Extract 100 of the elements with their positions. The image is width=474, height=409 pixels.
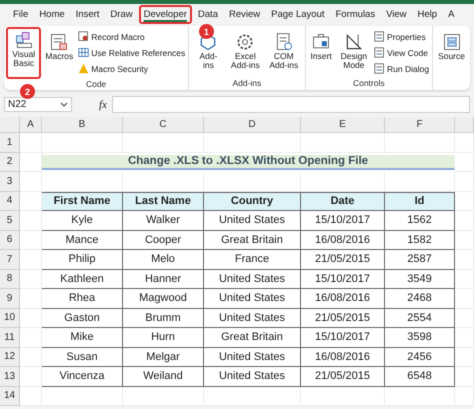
ribbon-button[interactable]: Insert [308, 29, 335, 77]
ribbon-icon [14, 30, 34, 50]
select-all-corner[interactable] [0, 117, 20, 133]
ribbon-tab[interactable]: A [443, 5, 460, 24]
table-cell: France [204, 250, 301, 270]
empty-cell[interactable] [204, 133, 301, 152]
row-header[interactable]: 9 [0, 289, 20, 308]
formula-input[interactable] [112, 96, 470, 113]
ribbon-tab[interactable]: View [381, 5, 412, 24]
table-cell: United States [204, 270, 301, 289]
ribbon-tab[interactable]: Formulas [330, 5, 380, 24]
row-header[interactable]: 6 [0, 230, 20, 250]
ribbon-tab[interactable]: File [8, 5, 34, 24]
ribbon-button[interactable]: Run Dialog [373, 61, 430, 76]
empty-cell[interactable] [204, 386, 301, 406]
row-header[interactable]: 12 [0, 348, 20, 367]
table-cell: Melgar [123, 348, 204, 367]
empty-cell[interactable] [42, 133, 123, 152]
table-cell: United States [204, 211, 301, 230]
table-cell: Vincenza [42, 367, 123, 386]
empty-cell[interactable] [42, 386, 123, 406]
row-header[interactable]: 8 [0, 270, 20, 289]
table-cell: Kathleen [42, 270, 123, 289]
ribbon-tab[interactable]: Developer [138, 5, 192, 24]
ribbon-button[interactable]: Visual Basic [6, 27, 42, 79]
empty-cell[interactable] [455, 367, 474, 386]
ribbon-button[interactable]: COM Add-ins [265, 29, 303, 77]
row-header[interactable]: 3 [0, 172, 20, 192]
empty-cell[interactable] [455, 211, 474, 230]
table-cell: Mance [42, 230, 123, 250]
table-cell: Kyle [42, 211, 123, 230]
table-cell: Rhea [42, 289, 123, 308]
empty-cell[interactable] [455, 172, 474, 192]
ribbon-button[interactable]: Source [435, 29, 468, 77]
row-header[interactable]: 13 [0, 367, 20, 386]
empty-cell[interactable] [455, 230, 474, 250]
column-header[interactable]: C [123, 117, 204, 133]
row-header[interactable]: 2 [0, 152, 20, 172]
table-cell: 21/05/2015 [301, 308, 385, 328]
row-header[interactable]: 10 [0, 308, 20, 328]
ribbon-button[interactable]: Properties [373, 29, 430, 44]
table-cell: 16/08/2016 [301, 230, 385, 250]
ribbon-button[interactable]: Macros [42, 29, 76, 77]
column-header[interactable] [455, 117, 474, 133]
ribbon-button[interactable]: Macro Security [77, 61, 186, 76]
empty-cell[interactable] [455, 192, 474, 211]
column-header[interactable]: A [20, 117, 42, 133]
empty-cell[interactable] [385, 386, 455, 406]
caret-icon[interactable] [60, 102, 68, 107]
empty-cell[interactable] [455, 250, 474, 270]
empty-cell[interactable] [455, 270, 474, 289]
row-header[interactable]: 14 [0, 386, 20, 406]
empty-cell[interactable] [455, 348, 474, 367]
ribbon-tab[interactable]: Insert [70, 5, 104, 24]
table-cell: Philip [42, 250, 123, 270]
table-cell: Weiland [123, 367, 204, 386]
empty-cell[interactable] [455, 328, 474, 348]
table-cell: United States [204, 289, 301, 308]
row-header[interactable]: 1 [0, 133, 20, 152]
empty-cell[interactable] [385, 133, 455, 152]
function-label[interactable]: fx [77, 98, 107, 110]
name-box[interactable]: N22 [4, 97, 72, 112]
table-cell: United States [204, 308, 301, 328]
row-header[interactable]: 11 [0, 328, 20, 348]
empty-cell[interactable] [455, 386, 474, 406]
empty-cell[interactable] [455, 289, 474, 308]
row-header[interactable]: 5 [0, 211, 20, 230]
group-label: Controls [352, 78, 385, 90]
table-cell: 15/10/2017 [301, 211, 385, 230]
ribbon-tab[interactable]: Data [192, 5, 223, 24]
column-header[interactable]: D [204, 117, 301, 133]
table-cell: Walker [123, 211, 204, 230]
row-header[interactable]: 7 [0, 250, 20, 270]
empty-cell[interactable] [455, 152, 474, 172]
empty-cell[interactable] [123, 133, 204, 152]
empty-cell[interactable] [123, 386, 204, 406]
column-header[interactable]: F [385, 117, 455, 133]
ribbon-tab[interactable]: Draw [105, 5, 138, 24]
column-header[interactable]: B [42, 117, 123, 133]
ribbon-tab[interactable]: Page Layout [266, 5, 330, 24]
form-icon [374, 31, 385, 42]
table-cell: 21/05/2015 [301, 367, 385, 386]
ribbon-icon [344, 32, 364, 52]
ribbon-button[interactable]: Design Mode [336, 29, 372, 77]
ribbon-tab[interactable]: Help [412, 5, 442, 24]
empty-cell[interactable] [455, 308, 474, 328]
empty-cell[interactable] [301, 386, 385, 406]
ribbon-button[interactable]: Record Macro [77, 29, 186, 44]
column-header[interactable]: E [301, 117, 385, 133]
ribbon-tab[interactable]: Review [224, 5, 266, 24]
empty-cell[interactable] [301, 133, 385, 152]
ribbon-tab[interactable]: Home [34, 5, 70, 24]
ribbon-button[interactable]: Excel Add-ins [226, 29, 264, 77]
row-header[interactable]: 4 [0, 192, 20, 211]
form-icon [374, 63, 385, 74]
ribbon-button[interactable]: Use Relative References [77, 45, 186, 60]
table-cell: Cooper [123, 230, 204, 250]
ribbon-icon [442, 32, 462, 52]
table-cell: 16/08/2016 [301, 289, 385, 308]
ribbon-button[interactable]: View Code [373, 45, 430, 60]
